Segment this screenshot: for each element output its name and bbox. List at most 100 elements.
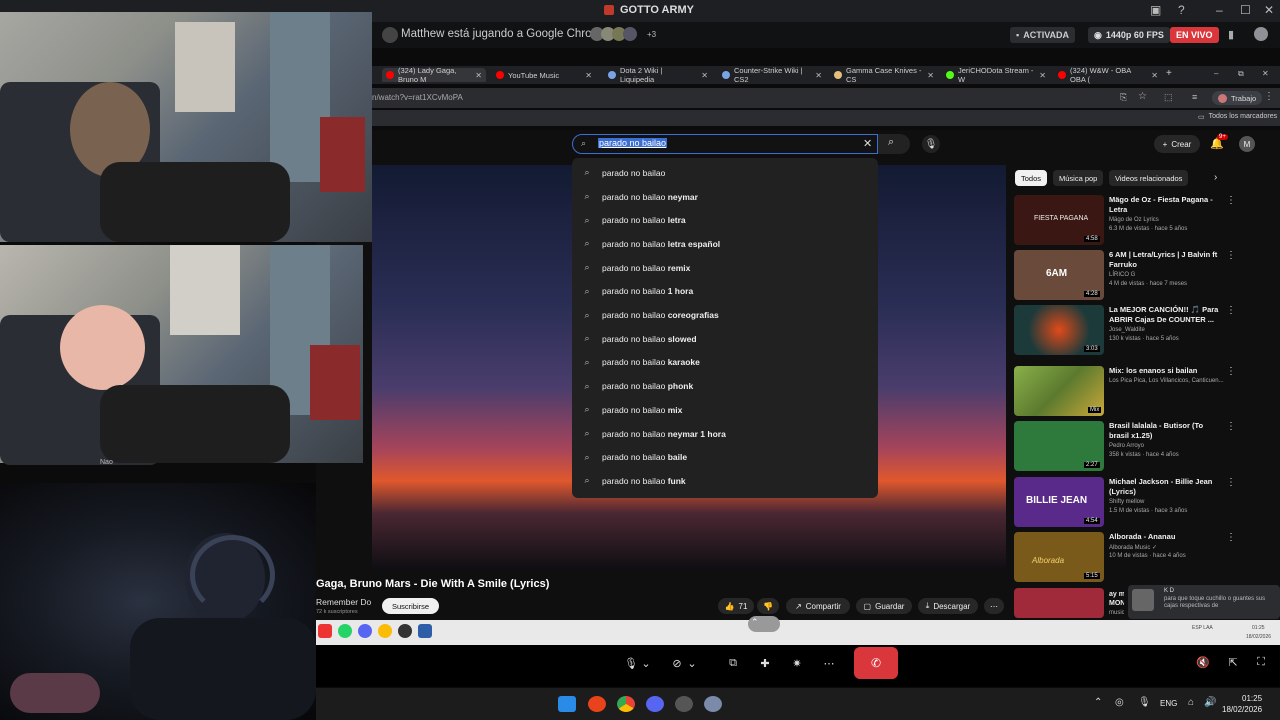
- clock[interactable]: 01:25 18/02/2026: [1222, 693, 1262, 715]
- restore-icon[interactable]: ⧉: [1238, 69, 1244, 79]
- brave-icon[interactable]: [588, 696, 606, 712]
- share-button[interactable]: ↗ Compartir: [786, 598, 850, 614]
- close-icon[interactable]: ✕: [1262, 69, 1269, 78]
- suggestion-item[interactable]: ⌕ parado no bailao: [572, 161, 878, 185]
- tray-app-icon[interactable]: ◎: [1115, 697, 1124, 708]
- stream-popout-button[interactable]: ⌃: [748, 616, 780, 632]
- suggestion-item[interactable]: ⌕ parado no bailao baile: [572, 445, 878, 469]
- related-video[interactable]: Mix Mix: los enanos si bailan Los Pica P…: [1014, 366, 1269, 418]
- bookmark-icon[interactable]: ▮: [1228, 28, 1234, 41]
- help-icon[interactable]: ?: [1178, 3, 1185, 17]
- microphone-icon[interactable]: 🎙: [1138, 697, 1151, 708]
- url-field[interactable]: n/watch?v=rat1XCvMoPA: [372, 93, 463, 102]
- related-video[interactable]: 2:27 Brasil lalalala - Butisor (To brasi…: [1014, 421, 1269, 473]
- disconnect-button[interactable]: ✆: [854, 647, 898, 679]
- extensions-icon[interactable]: ⬚: [1164, 92, 1173, 103]
- tab-jericho-stream[interactable]: JeriCHODota Stream - W ✕: [942, 66, 1050, 84]
- subscribe-button[interactable]: Suscribirse: [382, 598, 439, 614]
- more-icon[interactable]: ⋮: [1226, 305, 1236, 316]
- close-tab-icon[interactable]: ✕: [475, 71, 482, 80]
- account-avatar[interactable]: M: [1239, 136, 1255, 152]
- chevron-right-icon[interactable]: ›: [1214, 172, 1217, 183]
- more-icon[interactable]: ⋮: [1226, 421, 1236, 432]
- related-video[interactable]: 3:03 La MEJOR CANCIÓN!! 🎵 Para ABRIR Caj…: [1014, 305, 1269, 357]
- fullscreen-icon[interactable]: ⛶: [1246, 651, 1276, 673]
- voice-search-button[interactable]: 🎙: [922, 135, 940, 153]
- more-icon[interactable]: ⋮: [1226, 250, 1236, 261]
- chip-musica-pop[interactable]: Música pop: [1053, 170, 1104, 186]
- screen-share-button[interactable]: ⧉: [718, 652, 748, 674]
- suggestion-item[interactable]: ⌕ parado no bailao letra: [572, 208, 878, 232]
- more-options-button[interactable]: ⋯: [814, 652, 844, 674]
- suggestion-item[interactable]: ⌕ parado no bailao karaoke: [572, 351, 878, 375]
- like-button[interactable]: 👍 71: [718, 598, 754, 614]
- soundboard-button[interactable]: ✷: [782, 652, 812, 674]
- windows-start-icon[interactable]: [558, 696, 576, 712]
- chat-notification[interactable]: K D para que toque cuchillo o guantes su…: [1128, 585, 1280, 619]
- more-icon[interactable]: ⋮: [1226, 366, 1236, 377]
- tab-gamma-knives[interactable]: Gamma Case Knives - CS ✕: [830, 66, 938, 84]
- cast-icon[interactable]: ⎘: [1120, 92, 1127, 103]
- suggestion-item[interactable]: ⌕ parado no bailao remix: [572, 256, 878, 280]
- related-video[interactable]: Alborada 5:15 Alborada - Ananau Alborada…: [1014, 532, 1269, 584]
- activities-button[interactable]: ✚: [750, 652, 780, 674]
- close-icon[interactable]: ✕: [1264, 3, 1274, 17]
- network-icon[interactable]: ⌂: [1188, 697, 1194, 708]
- related-video[interactable]: 6AM 4:28 6 AM | Letra/Lyrics | J Balvin …: [1014, 250, 1269, 302]
- suggestion-item[interactable]: ⌕ parado no bailao funk: [572, 469, 878, 493]
- menu-icon[interactable]: ⋮: [1264, 91, 1274, 102]
- search-input[interactable]: ⌕ parado no bailao ✕: [572, 134, 878, 154]
- more-icon[interactable]: ⋮: [1226, 532, 1236, 543]
- suggestion-item[interactable]: ⌕ parado no bailao slowed: [572, 327, 878, 351]
- suggestion-item[interactable]: ⌕ parado no bailao letra español: [572, 232, 878, 256]
- chevron-down-icon[interactable]: ⌄: [638, 652, 654, 674]
- maximize-icon[interactable]: ☐: [1240, 3, 1251, 17]
- chip-videos-relacionados[interactable]: Videos relacionados: [1109, 170, 1189, 186]
- volume-icon[interactable]: 🔊: [1204, 697, 1216, 708]
- new-tab-button[interactable]: +: [1166, 68, 1172, 79]
- save-button[interactable]: ▢ Guardar: [856, 598, 912, 614]
- volume-mute-icon[interactable]: 🔇: [1188, 651, 1218, 673]
- close-tab-icon[interactable]: ✕: [585, 71, 592, 80]
- popout-icon[interactable]: ⇱: [1218, 651, 1248, 673]
- viewer-avatars[interactable]: [590, 27, 644, 43]
- discord-icon[interactable]: [646, 696, 664, 712]
- chip-todos[interactable]: Todos: [1015, 170, 1048, 186]
- all-bookmarks[interactable]: ▭ Todos los marcadores: [1198, 113, 1277, 121]
- app-icon[interactable]: [675, 696, 693, 712]
- suggestion-item[interactable]: ⌕ parado no bailao coreografias: [572, 303, 878, 327]
- tab-youtube-music[interactable]: YouTube Music ✕: [492, 68, 596, 82]
- minimize-icon[interactable]: –: [1216, 3, 1223, 17]
- suggestion-item[interactable]: ⌕ parado no bailao phonk: [572, 374, 878, 398]
- suggestion-item[interactable]: ⌕ parado no bailao 1 hora: [572, 280, 878, 304]
- related-video[interactable]: FIESTA PAGANA 4:58 Mägo de Oz - Fiesta P…: [1014, 195, 1269, 247]
- related-video[interactable]: ay mi MON music: [1014, 588, 1124, 618]
- activated-badge[interactable]: ▪ ACTIVADA: [1010, 27, 1076, 43]
- tab-ww-oba[interactable]: (324) W&W - OBA OBA ( ✕: [1054, 66, 1162, 84]
- tab-cs-wiki[interactable]: Counter-Strike Wiki | CS2 ✕: [718, 66, 826, 84]
- more-icon[interactable]: ⋮: [1226, 477, 1236, 488]
- related-video[interactable]: BILLIE JEAN 4:54 Michael Jackson - Billi…: [1014, 477, 1269, 529]
- more-icon[interactable]: ⋮: [1226, 195, 1236, 206]
- tab-active[interactable]: (324) Lady Gaga, Bruno M ✕: [382, 66, 486, 84]
- suggestion-item[interactable]: ⌕ parado no bailao neymar 1 hora: [572, 422, 878, 446]
- channel-name[interactable]: Remember Do: [316, 597, 371, 607]
- suggestion-item[interactable]: ⌕ parado no bailao mix: [572, 398, 878, 422]
- inbox-icon[interactable]: ▣: [1150, 3, 1161, 17]
- download-button[interactable]: ⤓ Descargar: [918, 598, 978, 614]
- suggestion-item[interactable]: ⌕ parado no bailao neymar: [572, 185, 878, 209]
- close-tab-icon[interactable]: ✕: [815, 71, 822, 80]
- search-button[interactable]: ⌕: [878, 134, 910, 154]
- more-actions-button[interactable]: ⋯: [984, 598, 1004, 614]
- minimize-icon[interactable]: –: [1214, 69, 1218, 78]
- tray-chevron-icon[interactable]: ⌃: [1094, 697, 1102, 708]
- create-button[interactable]: + Crear: [1154, 135, 1200, 153]
- clear-search-icon[interactable]: ✕: [863, 137, 872, 150]
- quality-badge[interactable]: ◉ 1440p 60 FPS: [1088, 27, 1170, 43]
- chevron-down-icon[interactable]: ⌄: [684, 652, 700, 674]
- language-indicator[interactable]: ENG: [1160, 699, 1177, 708]
- tab-dota-wiki[interactable]: Dota 2 Wiki | Liquipedia ✕: [604, 66, 712, 84]
- close-tab-icon[interactable]: ✕: [701, 71, 708, 80]
- chat-icon[interactable]: [1254, 27, 1268, 41]
- close-tab-icon[interactable]: ✕: [927, 71, 934, 80]
